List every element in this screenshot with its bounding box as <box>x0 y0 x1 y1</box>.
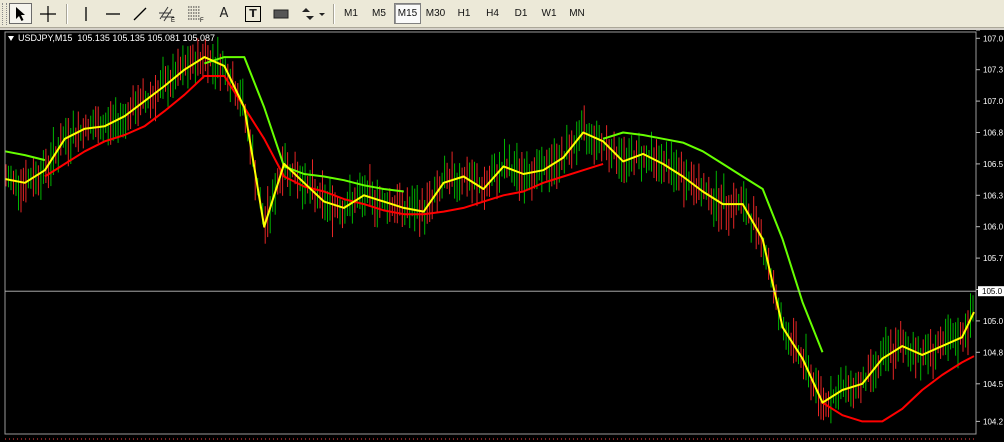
y-tick-label: 107.0 <box>983 34 1004 43</box>
chart-toolbar: E F A T M1 M5 M15 M30 H1 H4 D1 W1 MN <box>0 0 1004 28</box>
chart-dropdown-icon[interactable] <box>8 36 14 42</box>
text-icon: A <box>219 6 229 21</box>
crosshair-tool-button[interactable] <box>36 3 60 24</box>
arrow-cursor-icon <box>15 6 25 21</box>
chart-window[interactable]: 107.0 107.3 107.0 106.8 106.5 106.3 106.0 105.7… <box>0 30 1004 442</box>
price-chart[interactable]: 107.0 107.3 107.0 106.8 106.5 106.3 106.0 105.7… <box>0 30 1004 442</box>
y-tick-label: 104.5 <box>983 380 1004 389</box>
timeframe-m15-button[interactable]: M15 <box>394 3 421 24</box>
arrows-dropdown-icon <box>302 7 325 20</box>
text-tool-button[interactable]: A <box>212 3 236 24</box>
timeframe-m1-button[interactable]: M1 <box>338 3 364 24</box>
timeframe-h4-button[interactable]: H4 <box>479 3 506 24</box>
text-label-button[interactable]: T <box>241 3 265 24</box>
price-axis: 107.0 107.3 107.0 106.8 106.5 106.3 106.0 105.7… <box>4 30 1004 440</box>
y-tick-label: 106.0 <box>983 223 1004 232</box>
rectangle-icon <box>273 9 289 18</box>
chart-symbol-label: USDJPY,M15 105.135 105.135 105.081 105.0… <box>8 33 215 43</box>
svg-text:E: E <box>171 18 175 23</box>
timeframe-m5-button[interactable]: M5 <box>366 3 392 24</box>
vertical-line-icon <box>85 6 87 21</box>
y-tick-label: 105.0 <box>983 317 1004 326</box>
y-tick-label: 104.8 <box>983 348 1004 357</box>
horizontal-line-icon <box>106 12 120 15</box>
vertical-line-button[interactable] <box>74 3 98 24</box>
ma-mid-line <box>44 75 975 423</box>
timeframe-w1-button[interactable]: W1 <box>536 3 562 24</box>
equidistant-channel-button[interactable]: E <box>156 3 180 24</box>
ohlc-values: 105.135 105.135 105.081 105.087 <box>77 33 216 43</box>
y-tick-label: 103.9 <box>983 30 1004 32</box>
arrows-dropdown-button[interactable] <box>298 3 328 24</box>
fibonacci-button[interactable]: F <box>184 3 208 24</box>
ma-slow-line <box>4 56 824 353</box>
cursor-tool-button[interactable] <box>9 3 32 24</box>
horizontal-line-button[interactable] <box>101 3 125 24</box>
y-tick-label: 107.0 <box>983 97 1004 106</box>
svg-text:F: F <box>200 18 204 23</box>
y-tick-label: 104.2 <box>983 417 1004 426</box>
trendline-button[interactable] <box>128 3 152 24</box>
y-tick-label: 106.8 <box>983 129 1004 138</box>
symbol-timeframe: USDJPY,M15 <box>18 33 73 43</box>
fibonacci-retracement-icon: F <box>188 6 204 23</box>
equidistant-channel-icon: E <box>159 6 175 23</box>
timeframe-mn-button[interactable]: MN <box>564 3 590 24</box>
y-tick-label: 107.3 <box>983 66 1004 75</box>
toolbar-separator <box>66 4 68 24</box>
y-tick-label: 106.3 <box>983 191 1004 200</box>
toolbar-separator <box>333 4 335 24</box>
y-tick-label: 106.5 <box>983 160 1004 169</box>
price-bars <box>5 36 974 424</box>
y-tick-label: 105.7 <box>983 254 1004 263</box>
timeframe-d1-button[interactable]: D1 <box>508 3 534 24</box>
timeframe-m30-button[interactable]: M30 <box>422 3 449 24</box>
trendline-icon <box>133 7 147 20</box>
text-label-icon: T <box>245 5 261 22</box>
crosshair-icon <box>40 5 56 22</box>
rectangle-button[interactable] <box>268 3 294 24</box>
timeframe-h1-button[interactable]: H1 <box>451 3 477 24</box>
toolbar-grip[interactable] <box>2 3 7 25</box>
current-price-label: 105.0 <box>982 287 1003 296</box>
